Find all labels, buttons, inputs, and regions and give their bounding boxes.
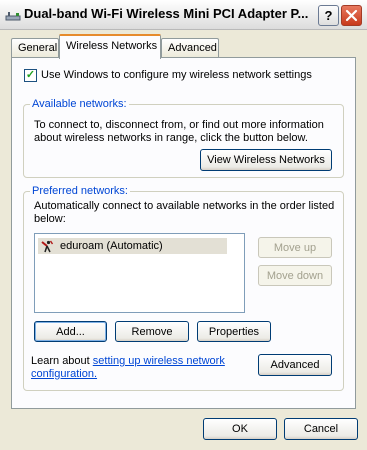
properties-button[interactable]: Properties bbox=[197, 321, 271, 342]
advanced-button[interactable]: Advanced bbox=[258, 354, 332, 376]
list-item[interactable]: eduroam (Automatic) bbox=[38, 238, 227, 254]
preferred-networks-title: Preferred networks: bbox=[30, 185, 130, 197]
properties-dialog: Dual-band Wi-Fi Wireless Mini PCI Adapte… bbox=[0, 0, 367, 450]
add-button[interactable]: Add... bbox=[34, 321, 107, 342]
help-icon: ? bbox=[324, 8, 333, 23]
close-button[interactable] bbox=[341, 5, 362, 26]
available-networks-title: Available networks: bbox=[30, 98, 129, 110]
learn-about-text: Learn about setting up wireless network … bbox=[31, 355, 236, 381]
close-icon bbox=[345, 9, 358, 22]
tab-general[interactable]: General bbox=[11, 38, 59, 58]
move-down-button[interactable]: Move down bbox=[258, 265, 332, 286]
cancel-button[interactable]: Cancel bbox=[284, 418, 358, 440]
preferred-networks-list[interactable]: eduroam (Automatic) bbox=[34, 233, 245, 313]
help-button[interactable]: ? bbox=[318, 5, 339, 26]
available-description-line1: To connect to, disconnect from, or find … bbox=[34, 119, 324, 131]
view-wireless-networks-button[interactable]: View Wireless Networks bbox=[200, 149, 332, 171]
window-title: Dual-band Wi-Fi Wireless Mini PCI Adapte… bbox=[24, 6, 309, 21]
move-up-button[interactable]: Move up bbox=[258, 237, 332, 258]
available-description-line2: about wireless networks in range, click … bbox=[34, 132, 308, 144]
ok-button[interactable]: OK bbox=[203, 418, 277, 440]
tab-advanced[interactable]: Advanced bbox=[161, 38, 219, 58]
preferred-description-line1: Automatically connect to available netwo… bbox=[34, 200, 335, 212]
use-windows-label[interactable]: Use Windows to configure my wireless net… bbox=[41, 69, 312, 81]
network-adapter-icon bbox=[5, 12, 21, 21]
tab-wireless-networks[interactable]: Wireless Networks bbox=[59, 34, 161, 59]
setup-help-link[interactable]: setting up wireless network bbox=[93, 355, 225, 367]
learn-about-prefix: Learn about bbox=[31, 355, 93, 367]
remove-button[interactable]: Remove bbox=[115, 321, 189, 342]
network-name: eduroam (Automatic) bbox=[60, 240, 163, 252]
title-bar[interactable]: Dual-band Wi-Fi Wireless Mini PCI Adapte… bbox=[0, 0, 367, 30]
wireless-network-icon bbox=[41, 240, 54, 253]
setup-help-link-cont[interactable]: configuration. bbox=[31, 368, 97, 380]
checkmark-icon: ✓ bbox=[25, 69, 36, 81]
preferred-description-line2: below: bbox=[34, 213, 66, 225]
use-windows-checkbox[interactable]: ✓ bbox=[24, 69, 37, 82]
